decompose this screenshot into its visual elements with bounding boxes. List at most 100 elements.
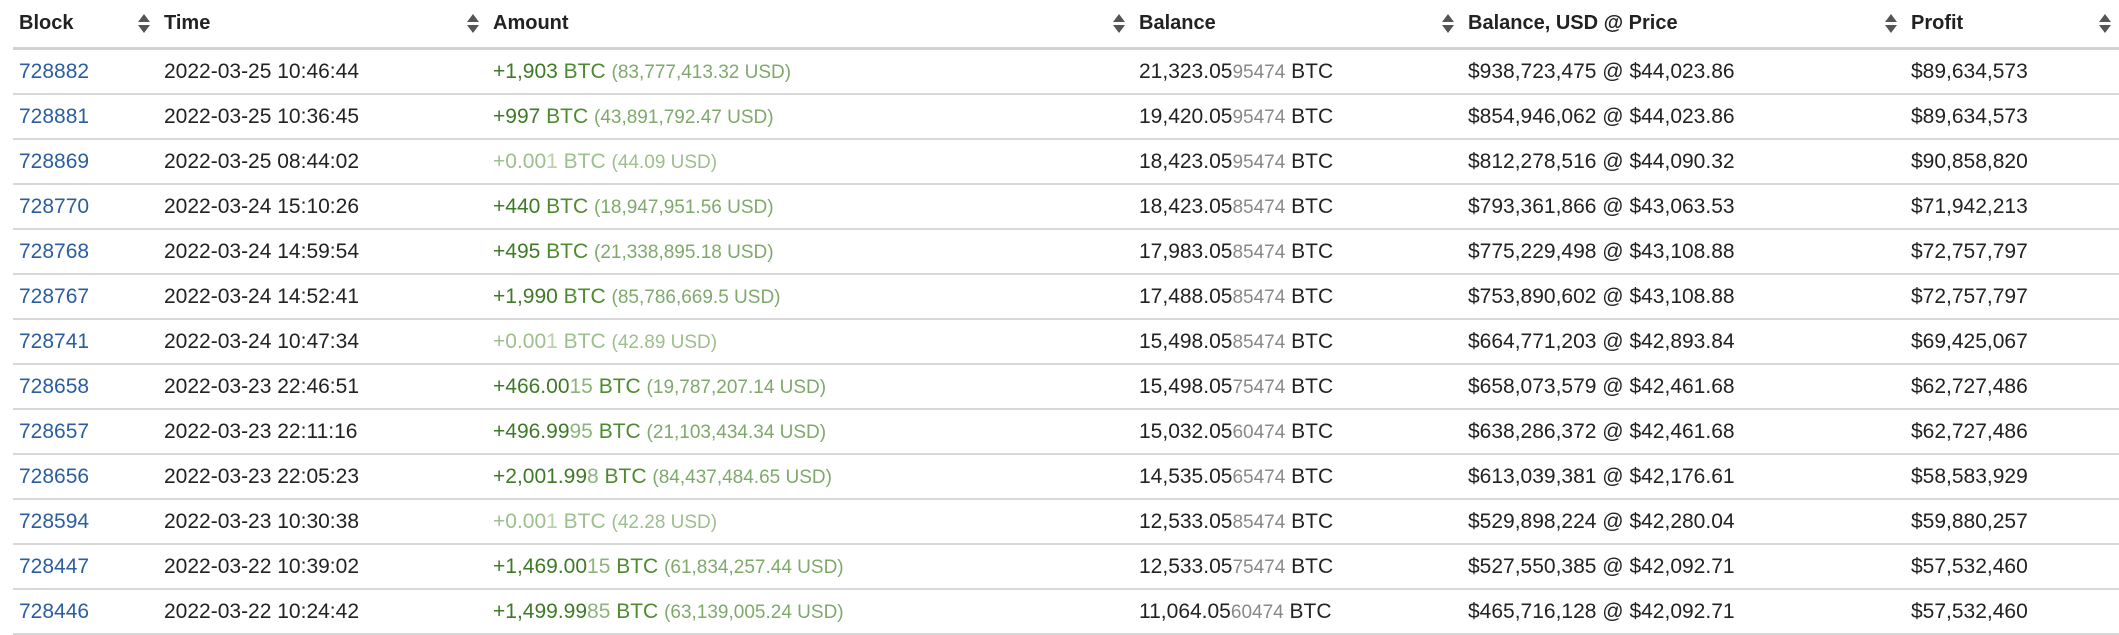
- cell-amount: +440 BTC (18,947,951.56 USD): [487, 184, 1133, 230]
- cell-profit: $69,425,067: [1905, 319, 2119, 365]
- cell-block: 728658: [13, 364, 158, 410]
- block-link[interactable]: 728869: [19, 150, 89, 173]
- column-header-block[interactable]: Block: [13, 0, 158, 50]
- amount-main: +1,990: [493, 284, 558, 308]
- table-row: 728881 2022-03-25 10:36:45 +997 BTC (43,89…: [13, 94, 2119, 140]
- amount-dim-digits: 15: [569, 374, 593, 398]
- block-link[interactable]: 728656: [19, 465, 89, 488]
- cell-profit: $62,727,486: [1905, 409, 2119, 455]
- cell-amount: +0.001 BTC (42.89 USD): [487, 319, 1133, 365]
- column-header-label: Balance: [1139, 12, 1216, 34]
- cell-time: 2022-03-23 22:46:51: [158, 364, 487, 410]
- cell-block: 728594: [13, 499, 158, 545]
- balance-unit: BTC: [1285, 104, 1334, 128]
- amount-unit: BTC: [610, 554, 659, 578]
- sort-arrows-icon[interactable]: [1885, 14, 1897, 34]
- amount-main: +997: [493, 104, 541, 128]
- cell-time: 2022-03-24 14:59:54: [158, 229, 487, 275]
- cell-block: 728446: [13, 589, 158, 635]
- amount-unit: BTC: [610, 599, 659, 623]
- balance-dim-digits: 85474: [1232, 241, 1286, 263]
- amount-usd: (61,834,257.44 USD): [664, 556, 844, 578]
- cell-amount: +0.001 BTC (44.09 USD): [487, 139, 1133, 185]
- balance-main: 11,064.05: [1139, 599, 1231, 623]
- block-link[interactable]: 728594: [19, 510, 89, 533]
- sort-arrows-icon[interactable]: [138, 14, 150, 34]
- amount-value: +1,903 BTC (83,777,413.32 USD): [493, 60, 791, 83]
- amount-value: +1,469.0015 BTC (61,834,257.44 USD): [493, 555, 844, 578]
- sort-arrows-icon[interactable]: [467, 14, 479, 34]
- balance-main: 21,323.05: [1139, 59, 1233, 83]
- amount-usd: (43,891,792.47 USD): [594, 106, 774, 128]
- column-header-balance-usd[interactable]: Balance, USD @ Price: [1462, 0, 1905, 50]
- cell-time: 2022-03-23 10:30:38: [158, 499, 487, 545]
- balance-dim-digits: 75474: [1232, 376, 1286, 398]
- table-row: 728658 2022-03-23 22:46:51 +466.0015 BTC (…: [13, 364, 2119, 410]
- sort-arrows-icon[interactable]: [1442, 14, 1454, 34]
- cell-balance: 17,488.0585474 BTC: [1133, 274, 1462, 320]
- amount-usd: (21,338,895.18 USD): [594, 241, 774, 263]
- cell-time: 2022-03-23 22:11:16: [158, 409, 487, 455]
- block-link[interactable]: 728770: [19, 195, 89, 218]
- column-header-amount[interactable]: Amount: [487, 0, 1133, 50]
- balance-dim-digits: 60474: [1232, 421, 1286, 443]
- cell-balance-usd: $812,278,516 @ $44,090.32: [1462, 139, 1905, 185]
- balance-dim-digits: 85474: [1232, 196, 1286, 218]
- balance-unit: BTC: [1285, 284, 1334, 308]
- cell-amount: +496.9995 BTC (21,103,434.34 USD): [487, 409, 1133, 455]
- amount-main: +440: [493, 194, 541, 218]
- amount-dim-digits: 1: [546, 509, 558, 533]
- balance-dim-digits: 75474: [1232, 556, 1286, 578]
- cell-time: 2022-03-25 08:44:02: [158, 139, 487, 185]
- cell-time: 2022-03-24 14:52:41: [158, 274, 487, 320]
- balance-main: 17,488.05: [1139, 284, 1233, 308]
- block-link[interactable]: 728447: [19, 555, 89, 578]
- sort-arrows-icon[interactable]: [1113, 14, 1125, 34]
- amount-unit: BTC: [557, 149, 606, 173]
- column-header-profit[interactable]: Profit: [1905, 0, 2119, 50]
- block-link[interactable]: 728767: [19, 285, 89, 308]
- amount-value: +466.0015 BTC (19,787,207.14 USD): [493, 375, 826, 398]
- amount-value: +1,990 BTC (85,786,669.5 USD): [493, 285, 781, 308]
- block-link[interactable]: 728658: [19, 375, 89, 398]
- balance-dim-digits: 60474: [1230, 601, 1284, 623]
- balance-dim-digits: 85474: [1232, 286, 1286, 308]
- table-row: 728447 2022-03-22 10:39:02 +1,469.0015 BTC…: [13, 544, 2119, 590]
- cell-profit: $90,858,820: [1905, 139, 2119, 185]
- cell-profit: $72,757,797: [1905, 229, 2119, 275]
- cell-block: 728447: [13, 544, 158, 590]
- amount-usd: (42.28 USD): [611, 511, 718, 533]
- block-link[interactable]: 728882: [19, 60, 89, 83]
- amount-usd: (83,777,413.32 USD): [611, 61, 792, 83]
- block-link[interactable]: 728657: [19, 420, 89, 443]
- cell-balance: 14,535.0565474 BTC: [1133, 454, 1462, 500]
- table-row: 728594 2022-03-23 10:30:38 +0.001 BTC (42.…: [13, 499, 2119, 545]
- amount-dim-digits: 85: [587, 599, 611, 623]
- cell-balance: 15,498.0575474 BTC: [1133, 364, 1462, 410]
- cell-balance-usd: $658,073,579 @ $42,461.68: [1462, 364, 1905, 410]
- cell-balance-usd: $938,723,475 @ $44,023.86: [1462, 48, 1905, 95]
- column-header-label: Balance, USD @ Price: [1468, 12, 1678, 34]
- block-link[interactable]: 728768: [19, 240, 89, 263]
- cell-balance-usd: $753,890,602 @ $43,108.88: [1462, 274, 1905, 320]
- header-row: Block Time Amount Balance Balance, USD @…: [13, 0, 2119, 50]
- amount-dim-digits: 15: [587, 554, 611, 578]
- amount-usd: (21,103,434.34 USD): [646, 421, 827, 443]
- table-row: 728768 2022-03-24 14:59:54 +495 BTC (21,33…: [13, 229, 2119, 275]
- column-header-label: Profit: [1911, 12, 1964, 34]
- cell-amount: +0.001 BTC (42.28 USD): [487, 499, 1133, 545]
- block-link[interactable]: 728881: [19, 105, 89, 128]
- column-header-balance[interactable]: Balance: [1133, 0, 1462, 50]
- table-row: 728741 2022-03-24 10:47:34 +0.001 BTC (42.…: [13, 319, 2119, 365]
- block-link[interactable]: 728741: [19, 330, 89, 353]
- block-link[interactable]: 728446: [19, 600, 89, 623]
- balance-main: 18,423.05: [1139, 194, 1233, 218]
- balance-main: 18,423.05: [1139, 149, 1233, 173]
- column-header-time[interactable]: Time: [158, 0, 487, 50]
- amount-usd: (42.89 USD): [611, 331, 718, 353]
- cell-balance-usd: $664,771,203 @ $42,893.84: [1462, 319, 1905, 365]
- table-row: 728446 2022-03-22 10:24:42 +1,499.9985 BTC…: [13, 589, 2119, 635]
- balance-main: 15,032.05: [1139, 419, 1233, 443]
- column-header-label: Time: [164, 12, 211, 34]
- sort-arrows-icon[interactable]: [2099, 14, 2111, 34]
